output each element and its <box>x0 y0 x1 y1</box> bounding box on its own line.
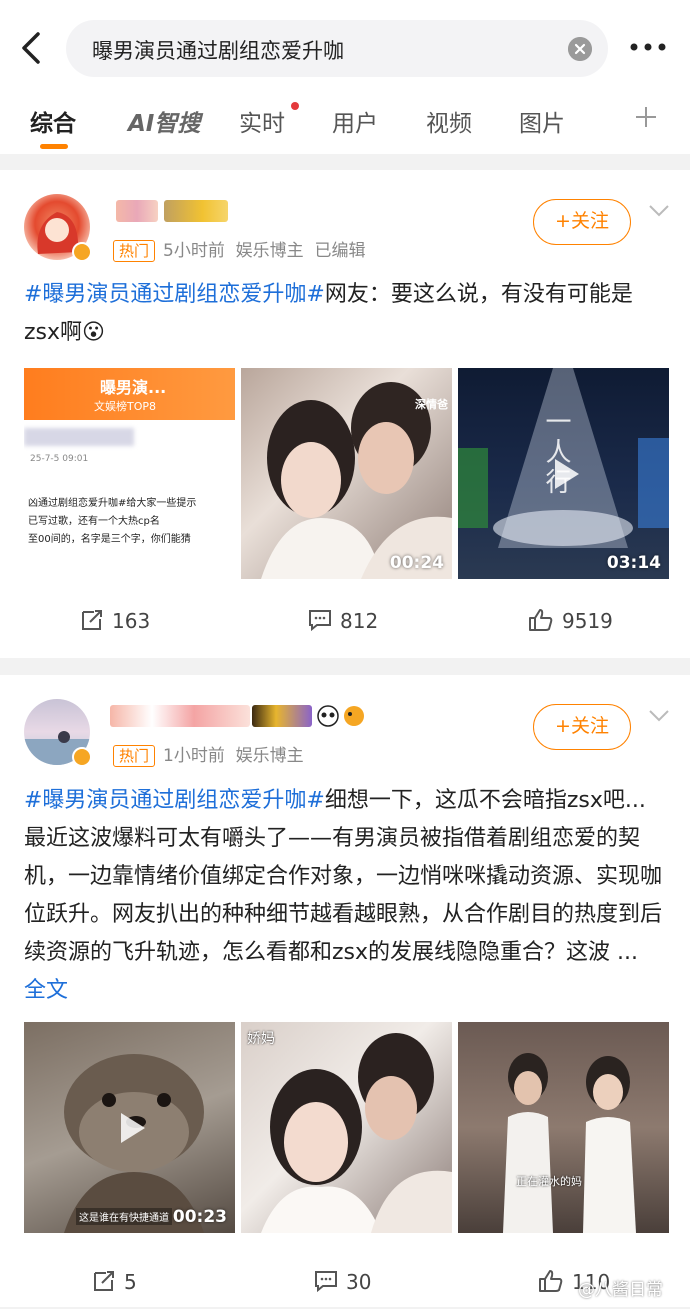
more-options-icon[interactable] <box>628 34 668 60</box>
hashtag-link[interactable]: #曝男演员通过剧组恋爱升咖# <box>24 282 325 307</box>
image-date: 25-7-5 09:01 <box>30 454 89 464</box>
post-time: 5小时前 <box>163 241 225 261</box>
video-caption: 这是谁在有快捷通道 <box>76 1208 172 1225</box>
thumbs-up-icon <box>539 1270 563 1292</box>
repost-icon <box>94 1271 114 1291</box>
chevron-down-icon[interactable] <box>648 204 670 218</box>
post-image[interactable]: 娇妈 <box>241 1022 452 1233</box>
video-duration: 00:23 <box>172 1207 227 1227</box>
image-overlay-text: 娇妈 <box>247 1031 275 1047</box>
verified-badge-icon <box>72 747 92 767</box>
post-card: 热门 5小时前 娱乐博主 已编辑 +关注 #曝男演员通过剧组恋爱升咖#网友：要这么… <box>0 170 690 658</box>
tab-images[interactable]: 图片 <box>519 104 565 138</box>
comment-count: 812 <box>340 609 379 633</box>
comment-count: 30 <box>346 1270 372 1294</box>
level-badge-icon <box>252 705 312 727</box>
active-tab-indicator <box>40 144 68 149</box>
tab-videos[interactable]: 视频 <box>426 104 472 138</box>
post-actions: 163 812 9519 <box>0 608 690 648</box>
image-line: 已写过歌，还有一个大热cp名 <box>28 516 160 527</box>
panda-emoji-icon <box>317 705 364 727</box>
clear-search-icon[interactable] <box>568 37 592 61</box>
new-dot-badge <box>291 102 299 110</box>
image-line: 至00间的，名字是三个字，你们能猜 <box>28 534 191 545</box>
tab-ai-search[interactable]: AI智搜 <box>128 104 200 138</box>
search-input[interactable]: 曝男演员通过剧组恋爱升咖 <box>92 35 344 65</box>
tab-users[interactable]: 用户 <box>332 104 378 138</box>
post-image[interactable]: 正在灌水的妈 <box>458 1022 669 1233</box>
username-blurred[interactable] <box>110 705 250 727</box>
author-role: 娱乐博主 <box>235 746 304 766</box>
image-title: 曝男演... <box>100 378 167 397</box>
repost-count: 5 <box>124 1270 137 1294</box>
add-tab-plus-icon[interactable] <box>635 106 657 128</box>
post-body: #曝男演员通过剧组恋爱升咖#细想一下，这瓜不会暗指zsx吧...最近这波爆料可太… <box>24 782 666 1010</box>
watermark: @八酱日常 <box>578 1280 663 1300</box>
search-tabs: 综合 AI智搜 实时 用户 视频 图片 <box>0 96 690 154</box>
tab-comprehensive[interactable]: 综合 <box>30 104 76 138</box>
emoji-surprised: 😮 <box>82 320 105 345</box>
expand-full-text-link[interactable]: 全文 <box>24 978 68 1003</box>
follow-button[interactable]: +关注 <box>533 704 631 750</box>
comment-icon <box>315 1271 337 1293</box>
chevron-down-icon[interactable] <box>648 709 670 723</box>
repost-icon <box>82 610 102 630</box>
thumbs-up-icon <box>529 609 553 631</box>
play-icon[interactable] <box>107 1105 153 1151</box>
video-thumbnail[interactable]: 深情爸 00:24 <box>241 368 452 579</box>
post-meta: 热门 1小时前 娱乐博主 <box>113 741 304 767</box>
search-box[interactable]: 曝男演员通过剧组恋爱升咖 <box>66 20 608 77</box>
image-caption: 正在灌水的妈 <box>516 1175 582 1188</box>
post-image[interactable]: 曝男演... 文娱榜TOP8 25-7-5 09:01 凶通过剧组恋爱升咖#给大… <box>24 368 235 579</box>
level-badge-icon <box>164 200 228 222</box>
comment-button[interactable]: 812 <box>308 608 378 633</box>
video-duration: 00:24 <box>389 553 444 573</box>
post-body: #曝男演员通过剧组恋爱升咖#网友：要这么说，有没有可能是zsx啊😮 <box>24 276 666 352</box>
repost-count: 163 <box>112 609 151 633</box>
verified-badge-icon <box>72 242 92 262</box>
post-meta: 热门 5小时前 娱乐博主 已编辑 <box>113 236 365 262</box>
username-blurred[interactable] <box>116 200 158 222</box>
follow-button[interactable]: +关注 <box>533 199 631 245</box>
back-arrow-icon[interactable] <box>14 28 50 68</box>
author-role: 娱乐博主 <box>235 241 304 261</box>
post-card: 热门 1小时前 娱乐博主 +关注 #曝男演员通过剧组恋爱升咖#细想一下，这瓜不会暗… <box>0 675 690 1307</box>
hot-badge: 热门 <box>113 745 156 767</box>
video-thumbnail[interactable]: 这是谁在有快捷通道 00:23 <box>24 1022 235 1233</box>
play-icon[interactable] <box>541 451 587 497</box>
hashtag-link[interactable]: #曝男演员通过剧组恋爱升咖# <box>24 788 325 813</box>
hot-badge: 热门 <box>113 240 156 262</box>
image-line: 凶通过剧组恋爱升咖#给大家一些提示 <box>28 498 197 509</box>
repost-button[interactable]: 5 <box>92 1269 137 1294</box>
video-duration: 03:14 <box>606 553 661 573</box>
tab-realtime[interactable]: 实时 <box>239 104 285 138</box>
top-bar: 曝男演员通过剧组恋爱升咖 <box>0 0 690 96</box>
like-button[interactable]: 9519 <box>528 608 613 633</box>
comment-button[interactable]: 30 <box>314 1269 371 1294</box>
edited-label: 已编辑 <box>314 241 366 261</box>
image-subtitle: 文娱榜TOP8 <box>94 400 157 413</box>
comment-icon <box>309 610 331 632</box>
repost-button[interactable]: 163 <box>80 608 150 633</box>
like-count: 9519 <box>562 609 613 633</box>
post-text: 细想一下，这瓜不会暗指zsx吧...最近这波爆料可太有嚼头了——有男演员被指借着… <box>24 788 663 965</box>
video-overlay-text: 深情爸 <box>415 398 448 411</box>
video-thumbnail[interactable]: 一人行 03:14 <box>458 368 669 579</box>
post-time: 1小时前 <box>163 746 225 766</box>
